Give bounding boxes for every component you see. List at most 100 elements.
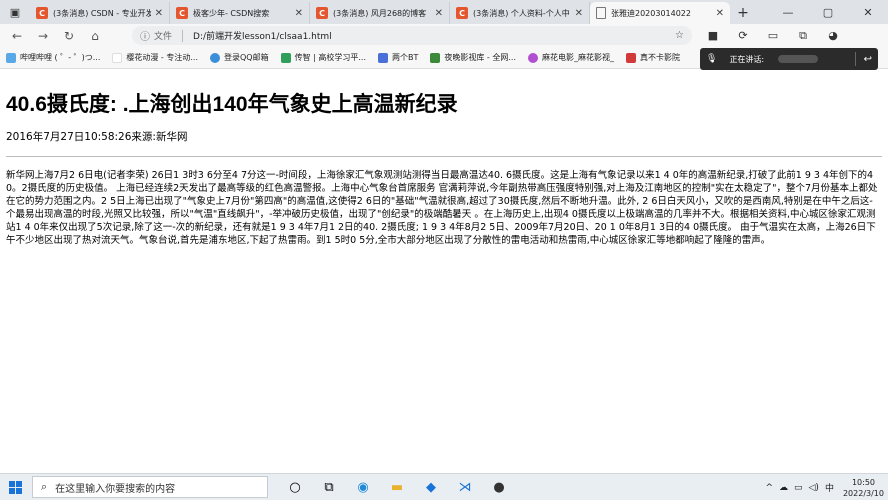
favorite-yewan[interactable]: 夜晚影视库 - 全网... — [430, 52, 516, 63]
show-hidden-icons-icon[interactable]: ^ — [765, 483, 773, 493]
tab-csdn-home[interactable]: C (3条消息) CSDN - 专业开发 ✕ — [30, 2, 170, 24]
article-title: 40.6摄氏度: .上海创出140年气象史上高温新纪录 — [6, 93, 458, 116]
ime-indicator[interactable]: 中 — [825, 481, 834, 494]
tab-title: 极客少年- CSDN搜索 — [193, 8, 270, 18]
favorite-bilibili[interactable]: 哔哩哔哩 ( ゜- ゜)つ... — [6, 52, 100, 63]
csdn-favicon-icon: C — [176, 7, 188, 19]
taskbar: ⌕ 在这里输入你要搜索的内容 ○ ⧉ ◉ ▬ ◆ ⋊ ● ^ ☁ ▭ ◁) 中 … — [0, 473, 888, 500]
page-content: 40.6摄氏度: .上海创出140年气象史上高温新纪录 2016年7月27日10… — [6, 70, 882, 470]
close-icon[interactable]: ✕ — [716, 8, 724, 19]
sakura-icon — [112, 52, 123, 63]
favorite-chuanzhi[interactable]: 传智 | 高校学习平... — [280, 52, 367, 63]
document-icon — [596, 7, 606, 19]
close-icon[interactable]: ✕ — [435, 8, 443, 19]
close-icon[interactable]: ✕ — [575, 8, 583, 19]
navigation-bar: ← → ↻ ⌂ ⓘ 文件 D:/前端开发lesson1/clsaa1.html … — [0, 24, 888, 47]
favorite-label: 麻花电影_麻花影视_ — [542, 53, 614, 62]
zhenbuka-icon — [626, 52, 636, 63]
new-tab-button[interactable]: + — [730, 2, 756, 24]
favorite-zhenbuka[interactable]: 真不卡影院 — [626, 52, 680, 63]
return-icon[interactable]: ↩ — [864, 54, 872, 65]
close-icon[interactable]: ✕ — [155, 8, 163, 19]
window-controls: — ▢ ✕ — [768, 0, 888, 24]
media-app-icon[interactable]: ● — [482, 474, 516, 500]
task-view-icon[interactable]: ⧉ — [312, 474, 346, 500]
bt-icon — [378, 52, 389, 63]
clock-date: 2022/3/10 — [842, 488, 884, 498]
favorite-bt[interactable]: 两个BT — [378, 52, 418, 63]
speaking-panel: 🎙 正在讲话: ↩ — [700, 48, 878, 70]
qq-icon — [210, 52, 220, 63]
split-screen-icon[interactable]: ▭ — [758, 24, 788, 47]
taskbar-apps: ○ ⧉ ◉ ▬ ◆ ⋊ ● — [278, 474, 516, 500]
favorite-label: 哔哩哔哩 ( ゜- ゜)つ... — [20, 53, 101, 62]
windows-start-icon[interactable] — [0, 474, 30, 500]
info-icon[interactable]: ⓘ — [140, 28, 150, 43]
network-icon[interactable]: ▭ — [794, 483, 803, 493]
speaking-label: 正在讲话: — [729, 54, 765, 64]
favorite-label: 夜晚影视库 - 全网... — [444, 53, 516, 62]
bilibili-icon — [6, 52, 16, 63]
favorite-mahua[interactable]: 麻花电影_麻花影视_ — [528, 52, 614, 63]
back-arrow-icon[interactable]: ← — [4, 24, 30, 47]
profile-icon[interactable]: ◕ — [818, 24, 848, 47]
maximize-icon[interactable]: ▢ — [808, 0, 848, 24]
address-url[interactable]: D:/前端开发lesson1/clsaa1.html — [193, 29, 332, 42]
refresh-extension-icon[interactable]: ⟳ — [728, 24, 758, 47]
tab-csdn-blog[interactable]: C (3条消息) 风月268的博客 ✕ — [310, 2, 450, 24]
refresh-icon[interactable]: ↻ — [56, 24, 82, 47]
microphone-icon: 🎙 — [706, 54, 718, 64]
cortana-icon[interactable]: ○ — [278, 474, 312, 500]
favorite-label: 传智 | 高校学习平... — [294, 53, 367, 62]
speaker-name-redacted — [778, 55, 819, 63]
clock-time: 10:50 — [851, 477, 876, 487]
yewan-icon — [430, 52, 441, 63]
volume-icon[interactable]: ◁) — [809, 483, 819, 493]
tab-title: (3条消息) 个人资料-个人中 — [473, 8, 570, 18]
favorite-label: 两个BT — [392, 53, 419, 62]
toolbar-right: ■ ⟳ ▭ ⧉ ◕ — [698, 24, 848, 47]
favorite-star-icon[interactable]: ☆ — [675, 30, 684, 41]
tab-title: (3条消息) CSDN - 专业开发 — [53, 8, 151, 18]
address-bar[interactable]: ⓘ 文件 D:/前端开发lesson1/clsaa1.html ☆ — [132, 26, 692, 45]
favorite-sakura[interactable]: 樱花动漫 - 专注动... — [112, 52, 198, 63]
favorite-label: 樱花动漫 - 专注动... — [126, 53, 198, 62]
close-window-icon[interactable]: ✕ — [848, 0, 888, 24]
csdn-favicon-icon: C — [36, 7, 48, 19]
address-scheme-label: 文件 — [154, 32, 173, 42]
divider — [6, 156, 882, 157]
csdn-favicon-icon: C — [316, 7, 328, 19]
edge-browser-icon[interactable]: ◉ — [346, 474, 380, 500]
search-placeholder: 在这里输入你要搜索的内容 — [55, 483, 176, 495]
forward-arrow-icon[interactable]: → — [30, 24, 56, 47]
mahua-icon — [528, 52, 538, 63]
favorite-qqmail[interactable]: 登录QQ邮箱 — [210, 52, 269, 63]
extension-icon[interactable]: ■ — [698, 24, 728, 47]
mail-app-icon[interactable]: ◆ — [414, 474, 448, 500]
tab-title: (3条消息) 风月268的博客 — [333, 8, 427, 18]
minimize-icon[interactable]: — — [768, 0, 808, 24]
home-icon[interactable]: ⌂ — [82, 24, 108, 47]
cloud-icon[interactable]: ☁ — [779, 483, 788, 493]
vscode-icon[interactable]: ⋊ — [448, 474, 482, 500]
tab-local-file[interactable]: 张雅迪20203014022 ✕ — [590, 2, 730, 24]
search-icon: ⌕ — [41, 480, 48, 493]
tab-title: 张雅迪20203014022 — [611, 8, 691, 18]
tab-csdn-profile[interactable]: C (3条消息) 个人资料-个人中 ✕ — [450, 2, 590, 24]
article-meta: 2016年7月27日10:58:26来源:新华网 — [6, 131, 188, 143]
article-body: 新华网上海7月2 6日电(记者李荣) 26日1 3时3 6分至4 7分这一-时间… — [6, 170, 878, 246]
favorite-label: 登录QQ邮箱 — [224, 53, 269, 62]
tab-strip: ▣ C (3条消息) CSDN - 专业开发 ✕ C 极客少年- CSDN搜索 … — [0, 0, 888, 24]
file-explorer-icon[interactable]: ▬ — [380, 474, 414, 500]
clock[interactable]: 10:50 2022/3/10 — [843, 477, 884, 499]
collections-icon[interactable]: ⧉ — [788, 24, 818, 47]
csdn-favicon-icon: C — [456, 7, 468, 19]
close-icon[interactable]: ✕ — [295, 8, 303, 19]
leaf-icon — [280, 52, 291, 63]
favorite-label: 真不卡影院 — [640, 53, 680, 62]
taskbar-search-input[interactable]: ⌕ 在这里输入你要搜索的内容 — [32, 476, 268, 498]
tab-csdn-search[interactable]: C 极客少年- CSDN搜索 ✕ — [170, 2, 310, 24]
tab-actions-icon[interactable]: ▣ — [0, 0, 30, 24]
system-tray: ^ ☁ ▭ ◁) 中 10:50 2022/3/10 — [762, 474, 884, 500]
tab-list: C (3条消息) CSDN - 专业开发 ✕ C 极客少年- CSDN搜索 ✕ … — [30, 2, 730, 24]
